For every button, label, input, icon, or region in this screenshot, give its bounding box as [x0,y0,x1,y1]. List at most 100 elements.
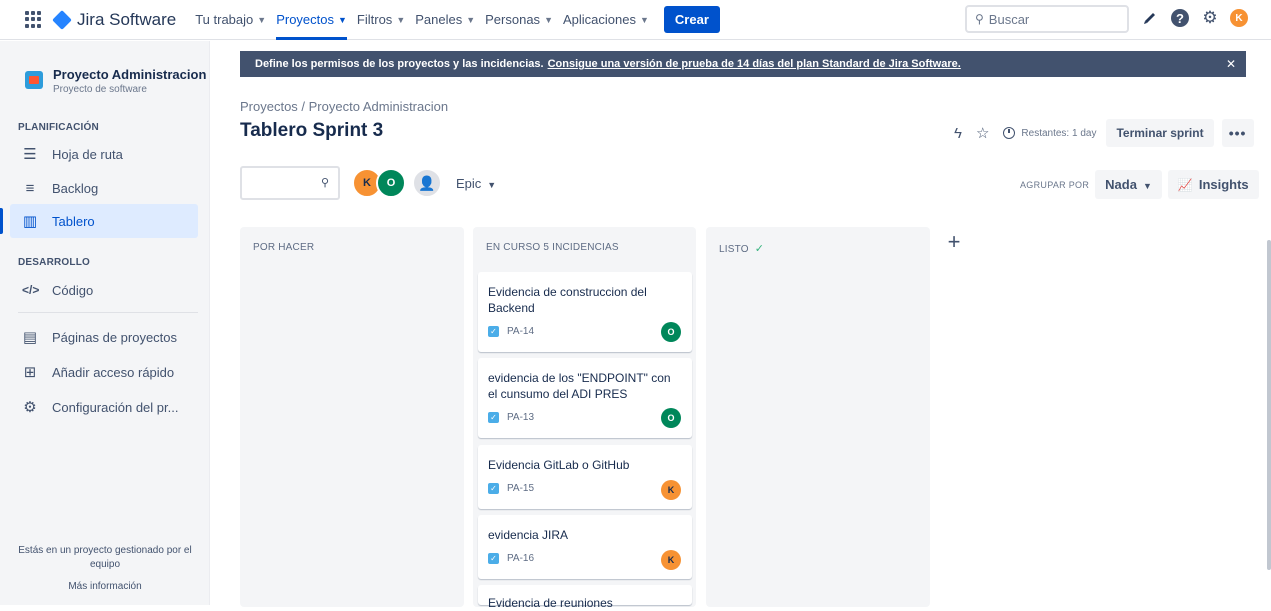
column-title: EN CURSO 5 INCIDENCIAS [486,242,619,253]
insights-button[interactable]: 📈 Insights [1167,170,1259,199]
card-key[interactable]: PA-13 [507,412,534,423]
settings-gear-icon[interactable]: ⚙ [1200,8,1220,28]
card-footer: ✓ PA-15 [488,483,682,494]
automation-bolt-icon[interactable]: ϟ [954,125,962,142]
sidebar-item-add-shortcut[interactable]: ⊞ Añadir acceso rápido [10,355,198,389]
nav-label: Aplicaciones [562,12,636,27]
board-header-actions: ϟ ☆ Restantes: 1 day Terminar sprint ••• [954,119,1254,147]
task-type-icon: ✓ [488,326,499,337]
complete-sprint-button[interactable]: Terminar sprint [1106,119,1214,147]
assignee-avatar[interactable]: K [661,550,681,570]
nav-label: Personas [485,12,541,27]
sidebar-item-code[interactable]: </> Código [10,273,198,307]
issue-card[interactable]: Evidencia GitLab o GitHub ✓ PA-15 K [478,445,692,509]
sidebar-item-board[interactable]: ▥ Tablero [10,204,198,238]
group-by-value: Nada [1105,177,1137,192]
card-title: evidencia de los "ENDPOINT" con el cunsu… [488,371,671,401]
nav-proyectos[interactable]: Proyectos ▼ [276,0,347,40]
avatar-filter-o[interactable]: O [376,168,406,198]
create-button[interactable]: Crear [663,6,720,33]
search-icon: ⚲ [320,177,329,189]
chevron-down-icon: ▼ [396,14,406,25]
clock-icon [1003,127,1016,139]
nav-label: Tu trabajo [195,12,254,27]
chevron-down-icon: ▼ [639,14,649,25]
roadmap-icon: ☰ [23,146,37,163]
issue-card[interactable]: Evidencia de construccion del Backend ✓ … [478,272,692,352]
card-key[interactable]: PA-14 [507,326,534,337]
gear-icon: ⚙ [23,399,37,416]
add-people-icon[interactable]: 👤 [412,168,442,198]
sidebar-item-label: Código [52,282,94,298]
epic-filter-dropdown[interactable]: Epic ▼ [456,176,496,191]
banner-text: Define los permisos de los proyectos y l… [255,58,544,70]
assignee-avatar[interactable]: O [661,322,681,342]
chevron-down-icon: ▼ [257,14,267,25]
chevron-down-icon: ▼ [466,14,476,25]
column-listo: LISTO ✓ [706,227,930,607]
nav-label: Proyectos [276,12,334,27]
breadcrumb[interactable]: Proyectos / Proyecto Administracion [240,99,448,114]
code-icon: </> [22,283,40,297]
logo-text: Jira Software [77,9,177,29]
assignee-avatar[interactable]: K [661,480,681,500]
sidebar-item-label: Configuración del pr... [52,399,179,415]
add-column-button[interactable]: + [940,228,968,256]
section-development: DESARROLLO [18,257,90,268]
sidebar-item-label: Hoja de ruta [52,146,123,162]
board-filter-bar: ⚲ K O 👤 Epic ▼ [240,166,496,200]
task-type-icon: ✓ [488,483,499,494]
section-planning: PLANIFICACIÓN [18,122,99,133]
issue-card[interactable]: Evidencia de reuniones [478,585,692,610]
page-title: Tablero Sprint 3 [240,120,384,141]
done-check-icon: ✓ [754,243,765,255]
board-scrollbar[interactable] [1267,240,1271,570]
pages-icon: ▤ [22,329,38,346]
sidebar-item-project-pages[interactable]: ▤ Páginas de proyectos [10,320,198,354]
project-avatar-icon [25,71,43,89]
backlog-icon: ≡ [25,179,35,197]
sidebar-item-label: Añadir acceso rápido [52,364,175,380]
board-icon: ▥ [22,213,38,230]
assignee-avatar[interactable]: O [661,408,681,428]
jira-logo-icon [52,9,72,30]
column-title: POR HACER [253,242,315,253]
user-avatar[interactable]: K [1230,9,1248,27]
insights-chart-icon: 📈 [1177,177,1193,192]
close-icon[interactable]: ✕ [1226,57,1236,71]
sidebar-item-backlog[interactable]: ≡ Backlog [10,171,198,205]
chevron-down-icon: ▼ [487,179,497,190]
nav-aplicaciones[interactable]: Aplicaciones ▼ [563,0,649,40]
chevron-down-icon: ▼ [338,14,347,25]
nav-personas[interactable]: Personas ▼ [485,0,553,40]
global-search-input[interactable]: ⚲ Buscar [965,5,1129,33]
sidebar-item-settings[interactable]: ⚙ Configuración del pr... [10,390,198,424]
star-icon[interactable]: ☆ [976,124,989,142]
card-key[interactable]: PA-16 [507,553,534,564]
sidebar-item-roadmap[interactable]: ☰ Hoja de ruta [10,137,198,171]
learn-more-link[interactable]: Más información [0,580,210,594]
nav-tu-trabajo[interactable]: Tu trabajo ▼ [195,0,266,40]
assignee-filter: K O 👤 [352,168,442,198]
group-by-dropdown[interactable]: Nada ▼ [1095,170,1162,199]
add-shortcut-icon: ⊞ [23,364,37,381]
sidebar-divider [18,312,198,313]
group-by-label: AGRUPAR POR [1020,179,1090,190]
jira-logo[interactable]: Jira Software [52,9,177,30]
trial-link[interactable]: Consigue una versión de prueba de 14 día… [548,58,961,70]
notifications-icon[interactable] [1140,8,1160,28]
card-key[interactable]: PA-15 [507,483,534,494]
nav-paneles[interactable]: Paneles ▼ [415,0,475,40]
issue-card[interactable]: evidencia de los "ENDPOINT" con el cunsu… [478,358,692,438]
issue-card[interactable]: evidencia JIRA ✓ PA-16 K [478,515,692,579]
app-switcher-icon[interactable] [25,10,43,29]
card-footer: ✓ PA-14 [488,326,682,337]
help-icon[interactable]: ? [1170,8,1190,28]
nav-filtros[interactable]: Filtros ▼ [357,0,405,40]
sidebar-item-label: Páginas de proyectos [52,329,178,345]
top-right-icons: ? ⚙ K [1140,8,1248,28]
project-header[interactable]: Proyecto Administracion Proyecto de soft… [25,67,206,95]
board-search-input[interactable]: ⚲ [240,166,340,200]
permissions-banner: Define los permisos de los proyectos y l… [240,51,1246,77]
more-actions-button[interactable]: ••• [1221,119,1254,147]
